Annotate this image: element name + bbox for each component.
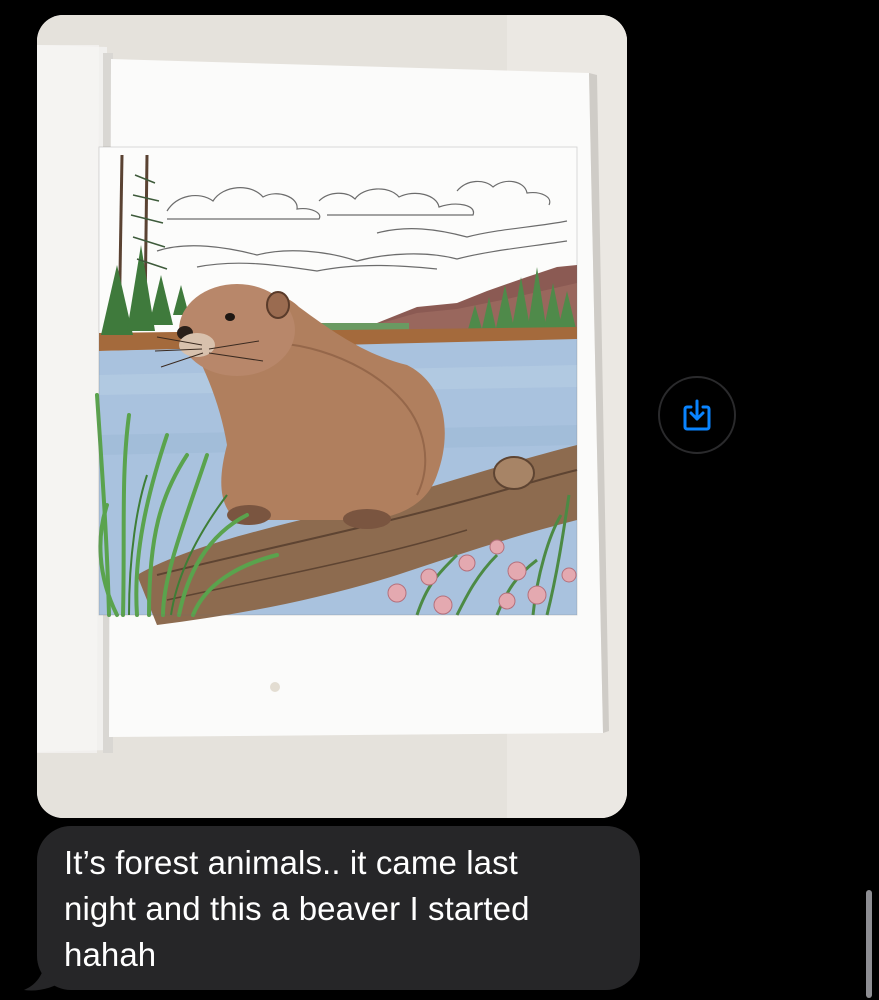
message-text-line-1: It’s forest animals.. it came last xyxy=(64,844,518,881)
save-download-icon xyxy=(683,399,711,431)
beaver-coloring-page-photo xyxy=(37,15,627,818)
scroll-indicator[interactable] xyxy=(866,890,872,998)
messages-thread: It’s forest animals.. it came last night… xyxy=(0,0,879,1000)
incoming-message-bubble[interactable]: It’s forest animals.. it came last night… xyxy=(37,826,640,990)
message-text-line-2: night and this a beaver I started xyxy=(64,890,530,927)
save-photo-button[interactable] xyxy=(658,376,736,454)
message-text-line-3: hahah xyxy=(64,936,157,973)
photo-attachment[interactable] xyxy=(37,15,627,818)
